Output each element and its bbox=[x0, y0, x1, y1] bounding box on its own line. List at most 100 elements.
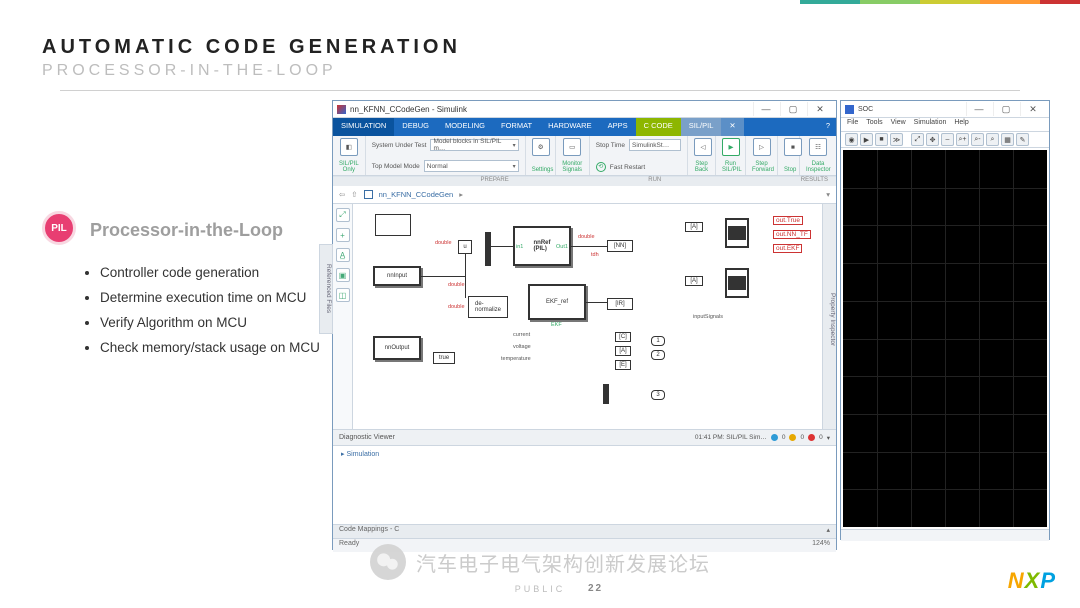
menu-simulation[interactable]: Simulation bbox=[914, 119, 947, 130]
maximize-button[interactable]: ▢ bbox=[780, 102, 805, 116]
diagnostic-title: Diagnostic Viewer bbox=[339, 434, 395, 441]
from-c[interactable]: [C] bbox=[615, 332, 631, 342]
from-e[interactable]: [E] bbox=[615, 360, 631, 370]
hide-icon[interactable]: ◫ bbox=[336, 288, 350, 302]
tab-silpil[interactable]: SIL/PIL bbox=[681, 118, 722, 136]
bc-back-icon[interactable]: ⇦ bbox=[339, 190, 345, 199]
sut-label: System Under Test bbox=[372, 142, 427, 149]
tool-step-icon[interactable]: ≫ bbox=[890, 133, 903, 146]
from-a[interactable]: [A] bbox=[615, 346, 631, 356]
sut-dropdown[interactable]: Model blocks in SIL/PIL m…▾ bbox=[430, 139, 518, 151]
tab-simulation[interactable]: SIMULATION bbox=[333, 118, 394, 136]
tool-pan-icon[interactable]: ✥ bbox=[926, 133, 939, 146]
stoptime-input[interactable]: SimulinkSt… bbox=[629, 139, 681, 151]
tab-close[interactable]: ✕ bbox=[721, 118, 743, 136]
fast-restart-label[interactable]: Fast Restart bbox=[610, 164, 645, 171]
zoom-in-icon[interactable]: + bbox=[336, 228, 350, 242]
out-true[interactable]: out.True bbox=[773, 216, 803, 225]
scope-canvas[interactable] bbox=[843, 150, 1047, 527]
bc-root[interactable]: nn_KFNN_CCodeGen bbox=[379, 190, 454, 199]
goto-nn[interactable]: [NN] bbox=[607, 240, 633, 252]
run-label: Run SIL/PIL bbox=[722, 161, 739, 173]
tab-format[interactable]: FORMAT bbox=[493, 118, 540, 136]
maximize-button[interactable]: ▢ bbox=[993, 102, 1018, 116]
tool-zoomin-icon[interactable]: ⌕+ bbox=[956, 133, 969, 146]
block-nninput[interactable]: nnInput bbox=[373, 266, 421, 286]
diagnostic-viewer: Diagnostic Viewer 01:41 PM: SIL/PIL Sim…… bbox=[333, 429, 836, 524]
help-button[interactable]: ? bbox=[820, 118, 836, 136]
ribbon-tabstrip: SIMULATION DEBUG MODELING FORMAT HARDWAR… bbox=[333, 118, 836, 136]
minimize-button[interactable]: — bbox=[966, 102, 991, 116]
tab-apps[interactable]: APPS bbox=[600, 118, 636, 136]
scope-statusbar bbox=[841, 529, 1049, 541]
tool-record-icon[interactable]: ◉ bbox=[845, 133, 858, 146]
minimize-button[interactable]: — bbox=[753, 102, 778, 116]
tool-layout-icon[interactable]: ▦ bbox=[1001, 133, 1014, 146]
outport-1[interactable]: 1 bbox=[651, 336, 665, 346]
silpil-mode-icon[interactable]: ◧ bbox=[340, 138, 358, 156]
topmodel-dropdown[interactable]: Normal▾ bbox=[424, 160, 519, 172]
bc-dropdown-icon[interactable]: ▾ bbox=[826, 190, 830, 199]
scope-titlebar[interactable]: SOC — ▢ ✕ bbox=[841, 101, 1049, 118]
block-const[interactable] bbox=[375, 214, 411, 236]
tab-hardware[interactable]: HARDWARE bbox=[540, 118, 599, 136]
scope-1[interactable] bbox=[725, 218, 749, 248]
menu-help[interactable]: Help bbox=[954, 119, 968, 130]
image-icon[interactable]: ▣ bbox=[336, 268, 350, 282]
from-group-2[interactable]: [A] bbox=[685, 276, 703, 286]
diag-collapse-icon[interactable]: ▾ bbox=[827, 434, 830, 442]
data-inspector-icon[interactable]: ☷ bbox=[809, 138, 827, 156]
outport-2[interactable]: 2 bbox=[651, 350, 665, 360]
watermark-text: 汽车电子电气架构创新发展论坛 bbox=[416, 548, 710, 577]
property-inspector-tab[interactable]: Property Inspector bbox=[822, 204, 836, 429]
close-button[interactable]: ✕ bbox=[807, 102, 832, 116]
step-fwd-icon[interactable]: ▷ bbox=[753, 138, 771, 156]
tool-stop-icon[interactable]: ■ bbox=[875, 133, 888, 146]
menu-view[interactable]: View bbox=[891, 119, 906, 130]
close-button[interactable]: ✕ bbox=[1020, 102, 1045, 116]
tool-run-icon[interactable]: ▶ bbox=[860, 133, 873, 146]
tool-zoom-icon[interactable]: ⌕ bbox=[986, 133, 999, 146]
block-square[interactable]: u bbox=[458, 240, 472, 254]
zoom-fit-icon[interactable]: ⤢ bbox=[336, 208, 350, 222]
bc-up-icon[interactable]: ⇧ bbox=[351, 190, 357, 199]
dtype-double-4: double bbox=[448, 304, 465, 310]
tool-measure-icon[interactable]: ✎ bbox=[1016, 133, 1029, 146]
step-back-icon[interactable]: ◁ bbox=[694, 138, 712, 156]
titlebar[interactable]: nn_KFNN_CCodeGen - Simulink — ▢ ✕ bbox=[333, 101, 836, 118]
monitor-icon[interactable]: ▭ bbox=[563, 138, 581, 156]
fast-restart-icon[interactable]: ⟲ bbox=[596, 162, 606, 172]
referenced-files-tab[interactable]: Referenced Files bbox=[319, 244, 333, 334]
block-ekf[interactable]: EKF_ref bbox=[528, 284, 586, 320]
scope-2[interactable] bbox=[725, 268, 749, 298]
out-nn[interactable]: out.NN_TF bbox=[773, 230, 811, 239]
out-ekf[interactable]: out.EKF bbox=[773, 244, 802, 253]
lbl-inputSignals: inputSignals bbox=[693, 314, 723, 320]
status-zoom[interactable]: 124% bbox=[812, 540, 830, 551]
block-nnoutput[interactable]: nnOutput bbox=[373, 336, 421, 360]
goto-ir[interactable]: [IR] bbox=[607, 298, 633, 310]
data-inspector-label: Data Inspector bbox=[806, 161, 830, 173]
block-denorm[interactable]: de- normalize bbox=[468, 296, 508, 318]
chevron-right-icon: ▸ bbox=[459, 190, 463, 199]
annotate-icon[interactable]: A̲ bbox=[336, 248, 350, 262]
tab-debug[interactable]: DEBUG bbox=[394, 118, 437, 136]
run-icon[interactable]: ▶ bbox=[722, 138, 740, 156]
menu-file[interactable]: File bbox=[847, 119, 858, 130]
block-mux[interactable] bbox=[485, 232, 491, 266]
tab-ccode[interactable]: C CODE bbox=[636, 118, 681, 136]
tool-zoomout-icon[interactable]: ⌕- bbox=[971, 133, 984, 146]
settings-icon[interactable]: ⚙ bbox=[532, 138, 550, 156]
block-mux2[interactable] bbox=[603, 384, 609, 404]
tool-autoscale-icon[interactable]: ⤢ bbox=[911, 133, 924, 146]
block-true[interactable]: true bbox=[433, 352, 455, 364]
outport-3[interactable]: 3 bbox=[651, 390, 665, 400]
diag-sim-node[interactable]: ▸ Simulation bbox=[341, 451, 379, 458]
model-canvas[interactable]: nnInput nnOutput u nnRef (PIL) in1 Out1 … bbox=[353, 204, 822, 429]
tab-modeling[interactable]: MODELING bbox=[437, 118, 493, 136]
model-browser-icon[interactable] bbox=[364, 190, 373, 199]
tool-sep-icon[interactable]: – bbox=[941, 133, 954, 146]
menu-tools[interactable]: Tools bbox=[866, 119, 882, 130]
code-mappings-bar[interactable]: Code Mappings - C▴ bbox=[333, 524, 836, 538]
from-a2[interactable]: [A] bbox=[685, 222, 703, 232]
